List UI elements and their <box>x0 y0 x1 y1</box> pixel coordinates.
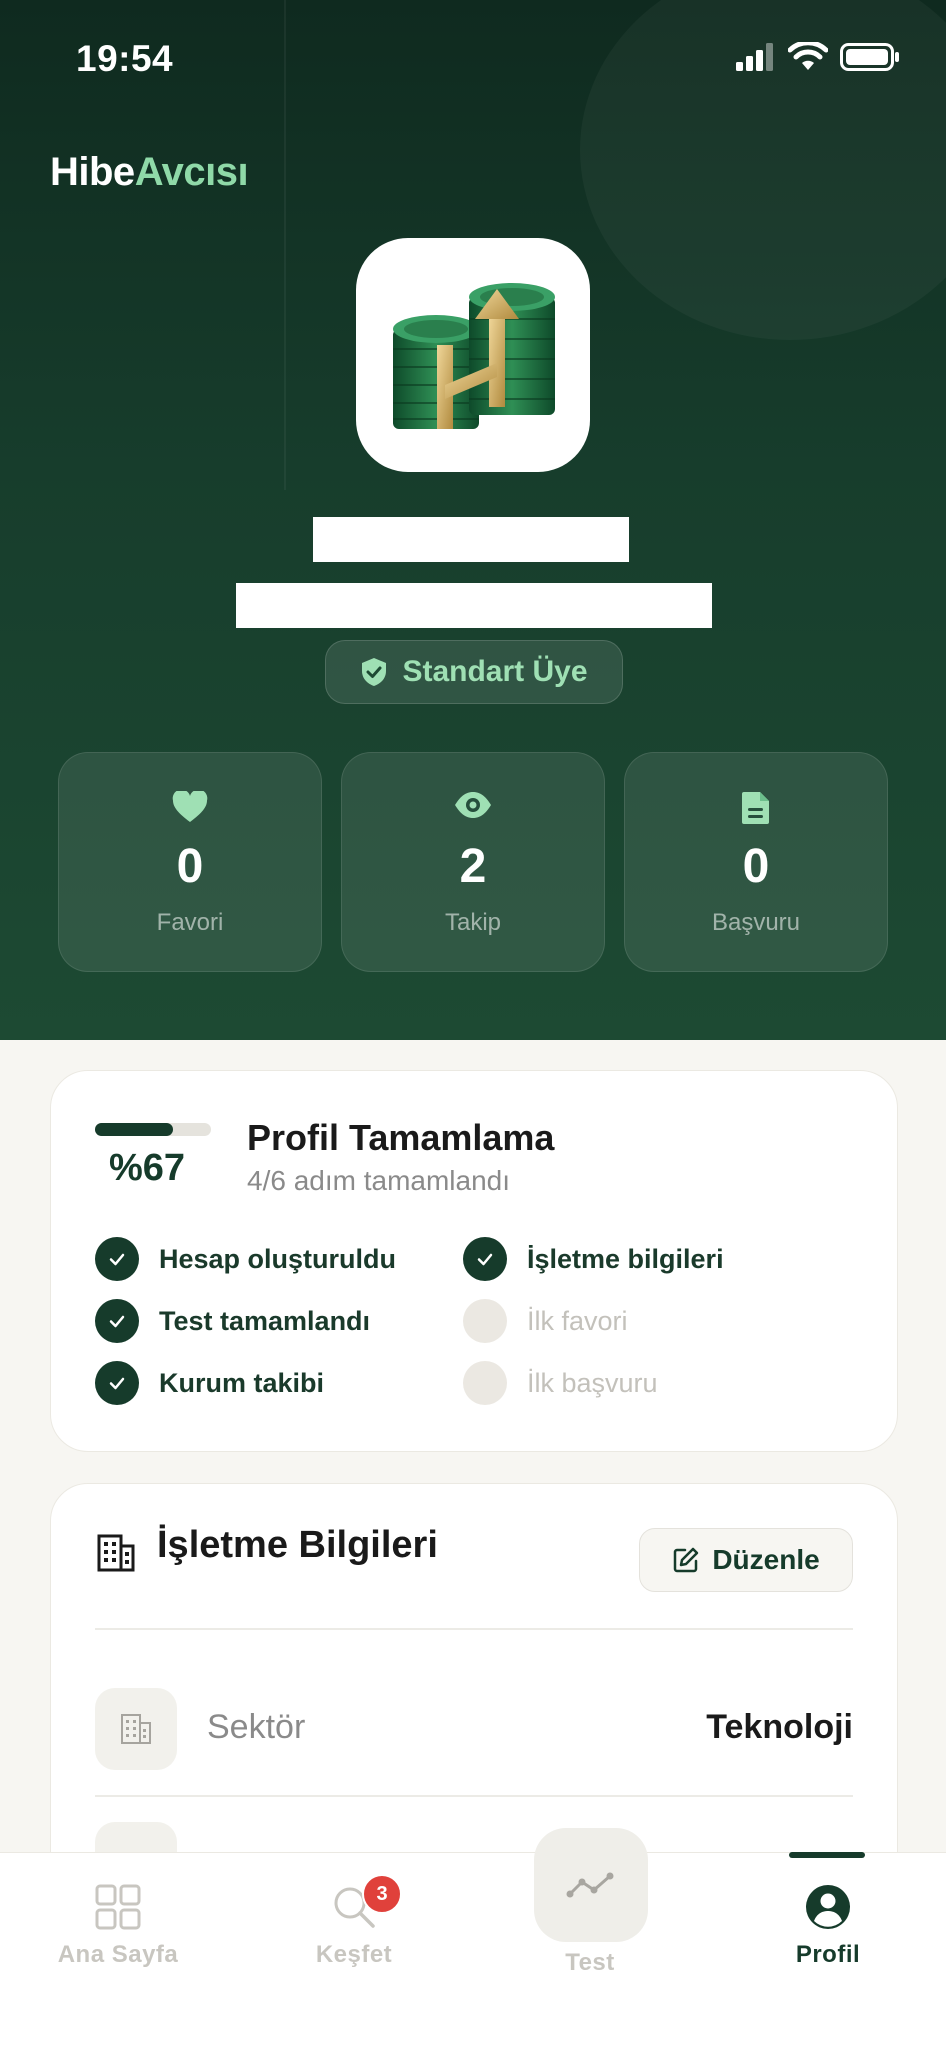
info-row-label: Sektör <box>207 1708 306 1746</box>
sector-row-icon <box>95 1688 177 1770</box>
battery-icon <box>840 43 899 71</box>
tab-label: Test <box>565 1949 615 1976</box>
step-label: Kurum takibi <box>159 1367 325 1398</box>
empty-circle-icon <box>463 1361 507 1405</box>
stat-label: Favori <box>156 909 224 936</box>
edit-button[interactable]: Düzenle <box>639 1528 853 1592</box>
shield-check-icon <box>362 658 387 686</box>
completion-percent: %67 <box>109 1147 186 1189</box>
business-info-card: İşletme Bilgileri Düzenle Sektör Teknolo… <box>50 1483 898 1905</box>
tab-discover[interactable]: Keşfet <box>254 1853 454 1993</box>
tab-profile[interactable]: Profil <box>728 1853 928 1993</box>
stat-value: 0 <box>742 840 770 893</box>
tab-label: Ana Sayfa <box>57 1941 179 1968</box>
step-institution-follow[interactable]: Kurum takibi <box>95 1361 324 1405</box>
discover-notification-badge: 3 <box>362 1874 402 1914</box>
grid-icon <box>95 1884 141 1930</box>
decorative-line <box>284 0 286 490</box>
card-title: Profil Tamamlama <box>247 1117 555 1158</box>
membership-label: Standart Üye <box>402 655 588 688</box>
tab-label: Profil <box>795 1941 861 1968</box>
profile-completion-card[interactable]: %67 Profil Tamamlama 4/6 adım tamamlandı… <box>50 1070 898 1452</box>
info-row-value: Teknoloji <box>706 1708 853 1746</box>
step-label: Hesap oluşturuldu <box>159 1243 397 1274</box>
app-logo-text: HibeAvcısı <box>50 150 249 195</box>
brand-part2: Avcısı <box>134 150 249 194</box>
test-fab-button[interactable] <box>534 1828 648 1942</box>
tab-label: Keşfet <box>315 1941 393 1968</box>
trend-icon <box>566 1872 614 1898</box>
brand-part1: Hibe <box>50 150 135 194</box>
cellular-signal-icon <box>736 43 773 71</box>
step-account-created[interactable]: Hesap oluşturuldu <box>95 1237 396 1281</box>
step-first-favorite[interactable]: İlk favori <box>463 1299 628 1343</box>
stat-card-applications[interactable]: 0 Başvuru <box>624 752 888 972</box>
divider <box>95 1795 853 1797</box>
check-icon <box>95 1299 139 1343</box>
building-icon <box>97 1534 135 1572</box>
step-label: Test tamamlandı <box>159 1305 371 1336</box>
divider <box>95 1628 853 1630</box>
stat-card-following[interactable]: 2 Takip <box>341 752 605 972</box>
card-subtitle: 4/6 adım tamamlandı <box>247 1165 511 1196</box>
stat-value: 2 <box>459 840 487 893</box>
tab-home[interactable]: Ana Sayfa <box>18 1853 218 1993</box>
status-icons <box>736 42 900 72</box>
step-label: İlk favori <box>527 1305 628 1336</box>
step-label: İşletme bilgileri <box>527 1243 724 1274</box>
step-label: İlk başvuru <box>527 1367 658 1398</box>
heart-icon <box>172 791 208 822</box>
step-test-completed[interactable]: Test tamamlandı <box>95 1299 370 1343</box>
empty-circle-icon <box>463 1299 507 1343</box>
edit-label: Düzenle <box>712 1544 820 1575</box>
check-icon <box>95 1237 139 1281</box>
wifi-icon <box>788 42 828 70</box>
edit-icon <box>674 1547 699 1573</box>
stat-label: Takip <box>444 909 502 936</box>
check-icon <box>95 1361 139 1405</box>
profile-header: 19:54 HibeAvcısı Standart Üye 0 Favori 2… <box>0 0 946 1040</box>
check-icon <box>463 1237 507 1281</box>
status-time: 19:54 <box>76 38 174 79</box>
step-business-info[interactable]: İşletme bilgileri <box>463 1237 724 1281</box>
stat-value: 0 <box>176 840 204 893</box>
avatar[interactable] <box>356 238 590 472</box>
membership-badge: Standart Üye <box>325 640 623 704</box>
coin-stack-logo-icon <box>393 283 555 429</box>
redacted-name <box>313 517 629 562</box>
user-icon <box>806 1885 850 1929</box>
card-title: İşletme Bilgileri <box>157 1524 438 1566</box>
eye-icon <box>455 792 491 818</box>
redacted-email <box>236 583 712 628</box>
completion-progress-fill <box>95 1123 173 1136</box>
step-first-application[interactable]: İlk başvuru <box>463 1361 658 1405</box>
building-icon <box>121 1714 151 1744</box>
active-tab-indicator <box>789 1852 865 1858</box>
stat-label: Başvuru <box>711 909 801 936</box>
bottom-tab-bar: Ana Sayfa Keşfet Test Profil <box>0 1852 946 2049</box>
document-icon <box>742 792 769 824</box>
stat-card-favorites[interactable]: 0 Favori <box>58 752 322 972</box>
completion-progress-bar <box>95 1123 211 1136</box>
